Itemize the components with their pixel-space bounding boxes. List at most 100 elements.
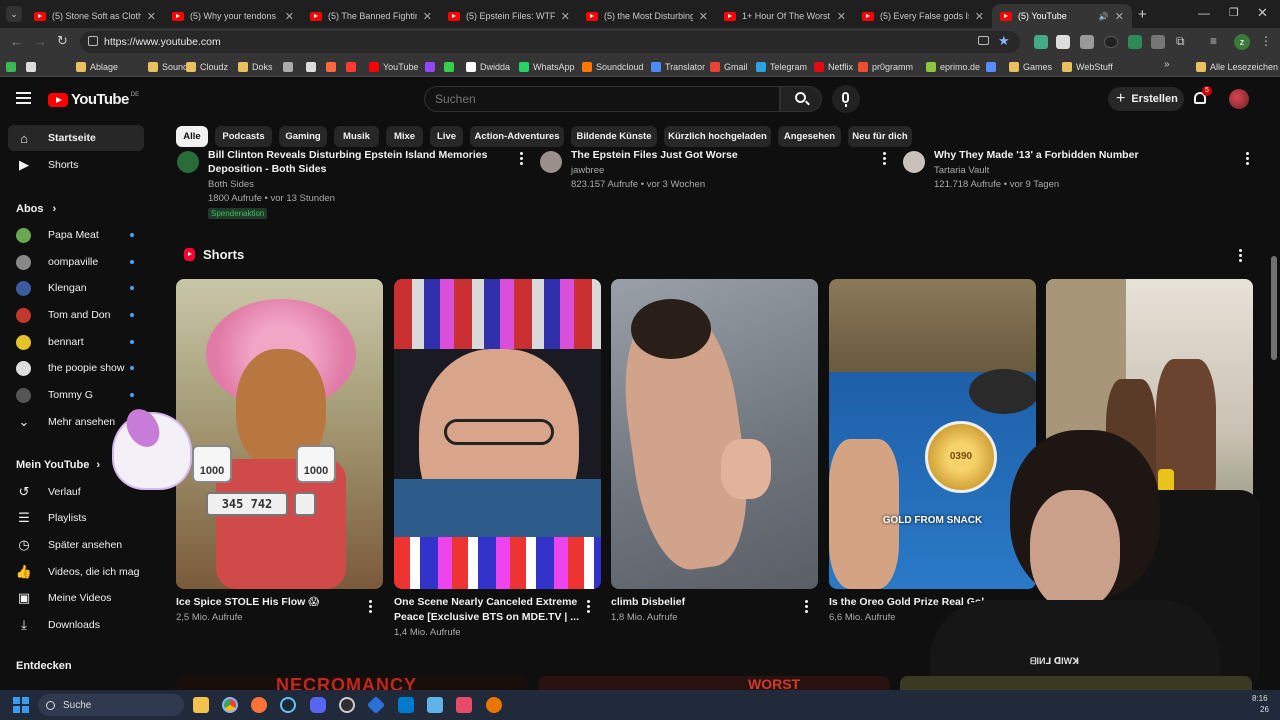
tab-close-icon[interactable]: ✕ — [279, 10, 294, 23]
bookmark-icon[interactable] — [6, 59, 20, 74]
filter-chip[interactable]: Gaming — [279, 126, 327, 147]
bookmark-item[interactable]: Games — [1009, 59, 1052, 74]
bookmark-item[interactable]: Cloudz — [186, 59, 228, 74]
sidebar-item-watch-later[interactable]: ◷ Später ansehen — [8, 532, 144, 558]
bookmark-item[interactable] — [986, 59, 1000, 74]
forward-icon[interactable]: → — [34, 34, 47, 49]
tab-close-icon[interactable]: ✕ — [831, 10, 846, 23]
sidebar-subscription[interactable]: oompaville — [8, 249, 144, 275]
taskbar-time[interactable]: 8:16 — [1252, 694, 1268, 703]
app-icon[interactable] — [366, 695, 386, 715]
minimize-button[interactable]: — — [1198, 6, 1210, 20]
bookmark-item[interactable]: Dwidda — [466, 59, 510, 74]
filter-chip[interactable]: Live — [430, 126, 463, 147]
youtube-logo[interactable]: YouTube DE — [48, 91, 139, 108]
bookmark-item[interactable]: Translator — [651, 59, 705, 74]
sidebar-item-like[interactable]: 👍 Videos, die ich mag — [8, 559, 144, 585]
bookmark-item[interactable]: Soundcloud — [582, 59, 644, 74]
tab-close-icon[interactable]: ✕ — [1109, 10, 1124, 23]
channel-avatar[interactable] — [177, 151, 199, 173]
browser-tab[interactable]: (5) YouTube 🔊 ✕ — [992, 4, 1132, 28]
sidebar-subscription[interactable]: Tommy G — [8, 382, 144, 408]
notepad-icon[interactable] — [427, 697, 443, 713]
video-thumbnail[interactable]: WORST — [538, 676, 890, 690]
vscode-icon[interactable] — [398, 697, 414, 713]
bookmark-item[interactable]: Netflix — [814, 59, 853, 74]
bookmark-item[interactable] — [283, 59, 297, 74]
short-more-options-icon[interactable] — [587, 600, 591, 614]
browser-tab[interactable]: (5) The Banned Fighting S✕ — [302, 4, 440, 28]
filter-chip[interactable]: Alle — [176, 126, 208, 147]
reload-icon[interactable]: ↻ — [57, 33, 68, 49]
bookmark-item[interactable] — [326, 59, 340, 74]
channel-avatar[interactable] — [540, 151, 562, 173]
you-section-header[interactable]: Mein YouTube › — [16, 459, 100, 471]
voice-search-button[interactable] — [832, 85, 860, 113]
tab-close-icon[interactable]: ✕ — [555, 10, 570, 23]
chrome-icon[interactable] — [222, 697, 238, 713]
tab-close-icon[interactable]: ✕ — [141, 10, 156, 23]
short-more-options-icon[interactable] — [369, 600, 373, 614]
taskbar-search-box[interactable]: Suche — [38, 694, 184, 716]
browser-tab[interactable]: (5) Epstein Files: WTF is a✕ — [440, 4, 578, 28]
filter-chip[interactable]: Neu für dich — [848, 126, 912, 147]
filter-chip[interactable]: Kürzlich hochgeladen — [664, 126, 771, 147]
notifications-button[interactable]: 5 — [1192, 86, 1212, 108]
bookmark-item[interactable]: YouTube — [369, 59, 418, 74]
channel-avatar[interactable] — [903, 151, 925, 173]
bookmark-star-icon[interactable]: ★ — [998, 33, 1010, 49]
steam-icon[interactable] — [280, 697, 296, 713]
bookmark-item[interactable]: Gmail — [710, 59, 748, 74]
sidebar-subscription[interactable]: bennart — [8, 329, 144, 355]
filter-chip[interactable]: Musik — [334, 126, 379, 147]
video-more-options-icon[interactable] — [1246, 152, 1250, 166]
bookmark-item[interactable]: WebStuff — [1062, 59, 1113, 74]
video-title[interactable]: The Epstein Files Just Got Worse — [571, 148, 871, 162]
sidebar-item-shorts[interactable]: ▶ Shorts — [8, 152, 144, 178]
filter-chip[interactable]: Angesehen — [778, 126, 841, 147]
browser-tab[interactable]: (5) Every False gods Israe✕ — [854, 4, 992, 28]
discord-icon[interactable] — [310, 697, 326, 713]
obs-icon[interactable] — [339, 697, 355, 713]
browser-menu-icon[interactable]: ⋮ — [1260, 34, 1272, 48]
bookmark-item[interactable]: eprimo.de — [926, 59, 980, 74]
short-thumbnail[interactable] — [611, 279, 818, 589]
channel-name[interactable]: Tartaria Vault — [934, 164, 989, 178]
hamburger-menu-icon[interactable] — [16, 92, 31, 104]
filter-chip[interactable]: Podcasts — [215, 126, 272, 147]
account-avatar[interactable] — [1229, 89, 1249, 109]
browser-tab[interactable]: (5) the Most Disturbing B✕ — [578, 4, 716, 28]
extension-icon-1[interactable] — [1034, 35, 1048, 49]
browser-tab[interactable]: (5) Stone Soft as Cloth —✕ — [26, 4, 164, 28]
channel-name[interactable]: jawbree — [571, 164, 604, 178]
close-window-button[interactable]: ✕ — [1257, 5, 1268, 21]
subscriptions-header[interactable]: Abos › — [16, 203, 56, 215]
new-tab-button[interactable]: + — [1138, 6, 1147, 23]
shorts-more-options-icon[interactable] — [1239, 249, 1243, 263]
filter-chip[interactable]: Action-Adventures — [470, 126, 564, 147]
sidebar-item-playlists[interactable]: ☰ Playlists — [8, 505, 144, 531]
filter-chip[interactable]: Mixe — [386, 126, 423, 147]
blender-icon[interactable] — [486, 697, 502, 713]
profile-avatar[interactable]: z — [1234, 34, 1250, 50]
video-more-options-icon[interactable] — [520, 152, 524, 166]
tab-close-icon[interactable]: ✕ — [969, 10, 984, 23]
short-more-options-icon[interactable] — [805, 600, 809, 614]
tab-close-icon[interactable]: ✕ — [417, 10, 432, 23]
tab-close-icon[interactable]: ✕ — [693, 10, 708, 23]
sidebar-subscription[interactable]: the poopie show — [8, 355, 144, 381]
extension-icon-6[interactable] — [1151, 35, 1165, 49]
bookmark-item[interactable]: Telegram — [756, 59, 807, 74]
search-button[interactable] — [780, 86, 822, 112]
short-title[interactable]: One Scene Nearly Canceled Extreme — [394, 595, 579, 610]
sidebar-item-home[interactable]: ⌂ Startseite — [8, 125, 144, 151]
tab-search-button[interactable]: ⌄ — [6, 6, 22, 22]
bookmark-item[interactable]: Doks — [238, 59, 273, 74]
video-more-options-icon[interactable] — [883, 152, 887, 166]
video-thumbnail[interactable] — [900, 676, 1252, 690]
video-title[interactable]: Bill Clinton Reveals Disturbing Epstein … — [208, 148, 508, 162]
sidebar-subscription[interactable]: Klengan — [8, 275, 144, 301]
page-scrollbar-thumb[interactable] — [1271, 256, 1277, 360]
bookmark-item[interactable] — [425, 59, 439, 74]
sidebar-subscription[interactable]: Papa Meat — [8, 222, 144, 248]
